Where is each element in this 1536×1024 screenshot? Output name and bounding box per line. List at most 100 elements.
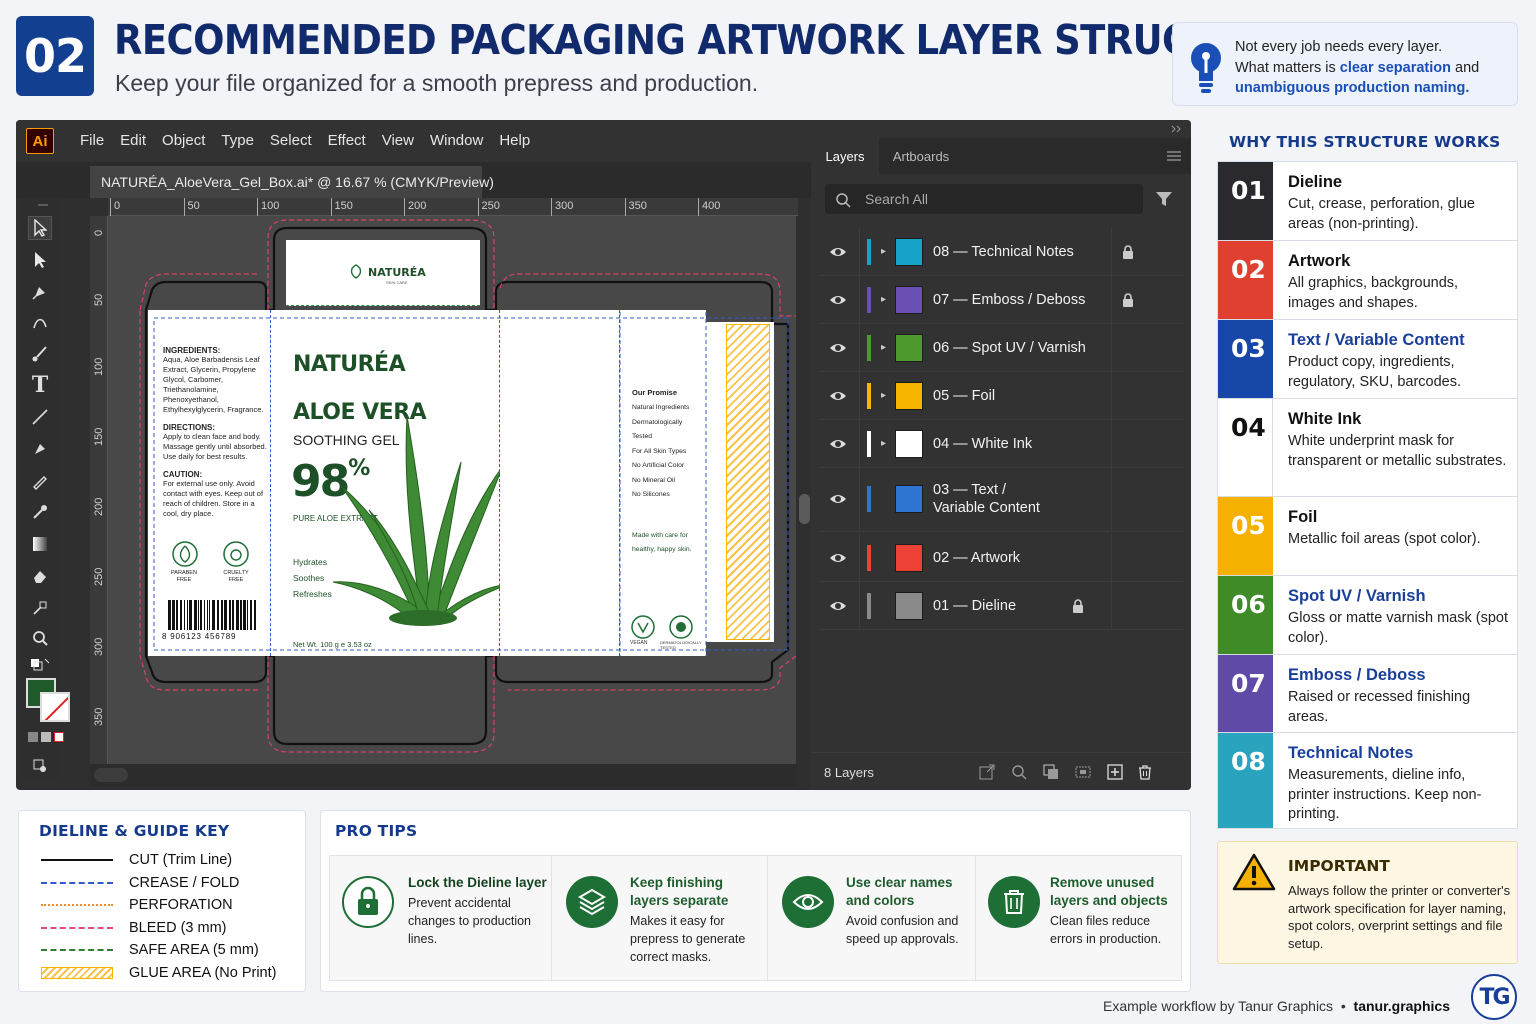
key-line-sample [41, 926, 113, 929]
filter-icon[interactable] [1155, 190, 1173, 208]
selection-tool-icon[interactable] [28, 216, 52, 240]
shape-builder-tool-icon[interactable] [28, 596, 52, 620]
menu-select[interactable]: Select [270, 132, 312, 149]
document-tab[interactable]: NATURÉA_AloeVera_Gel_Box.ai* @ 16.67 % (… [90, 166, 494, 198]
stroke-color-swatch[interactable] [40, 692, 70, 722]
app-logo: Ai [26, 128, 54, 154]
artboard-canvas[interactable]: INGREDIENTS: Aqua, Aloe Barbadensis Leaf… [108, 216, 796, 764]
new-sublayer-icon[interactable] [1075, 764, 1091, 780]
layer-thumbnail [895, 544, 923, 572]
ruler-label: 200 [93, 497, 105, 516]
canvas-horizontal-scrollbar[interactable] [90, 764, 798, 786]
direct-selection-tool-icon[interactable] [28, 248, 52, 272]
curvature-tool-icon[interactable] [28, 310, 52, 334]
pencil-tool-icon[interactable] [28, 469, 52, 493]
lock-icon[interactable] [1121, 244, 1135, 260]
layer-row[interactable]: ▸ 05 — Foil [819, 372, 1183, 420]
expand-triangle-icon[interactable]: ▸ [881, 342, 886, 353]
layer-name[interactable]: 06 — Spot UV / Varnish [933, 339, 1086, 357]
visibility-eye-icon[interactable] [829, 389, 847, 403]
menu-type[interactable]: Type [221, 132, 254, 149]
new-layer-icon[interactable] [1107, 764, 1123, 780]
layer-name[interactable]: 07 — Emboss / Deboss [933, 291, 1085, 309]
layers-panel: Layers Artboards Search All ▸ 08 — Techni… [811, 120, 1191, 790]
eyedropper-tool-icon[interactable] [28, 500, 52, 524]
key-title: DIELINE & GUIDE KEY [39, 822, 230, 840]
visibility-eye-icon[interactable] [829, 293, 847, 307]
layer-name[interactable]: 03 — Text / Variable Content [933, 481, 1040, 517]
tab-artboards[interactable]: Artboards [879, 138, 963, 174]
shaper-tool-icon[interactable] [28, 437, 52, 461]
delete-layer-icon[interactable] [1137, 764, 1153, 780]
visibility-eye-icon[interactable] [829, 341, 847, 355]
layer-row[interactable]: 01 — Dieline [819, 582, 1183, 630]
why-item: 06 Spot UV / Varnish Gloss or matte varnis… [1218, 576, 1517, 655]
color-mode-buttons[interactable] [28, 732, 64, 742]
layer-name[interactable]: 08 — Technical Notes [933, 243, 1074, 261]
ruler-label: 150 [334, 200, 353, 212]
clipping-mask-icon[interactable] [1043, 764, 1059, 780]
expand-triangle-icon[interactable]: ▸ [881, 390, 886, 401]
gradient-tool-icon[interactable] [28, 532, 52, 556]
credit-site[interactable]: tanur.graphics [1354, 998, 1450, 1014]
lock-icon[interactable] [1121, 292, 1135, 308]
why-number: 07 [1218, 655, 1273, 732]
expand-triangle-icon[interactable]: ▸ [881, 294, 886, 305]
canvas-vertical-scrollbar[interactable] [798, 198, 811, 770]
layer-name[interactable]: 01 — Dieline [933, 597, 1016, 615]
menu-object[interactable]: Object [162, 132, 205, 149]
layer-row[interactable]: 03 — Text / Variable Content [819, 466, 1183, 532]
export-icon[interactable] [979, 764, 995, 780]
panel-collapse-icon[interactable] [1171, 125, 1181, 133]
layer-color-bar [867, 545, 871, 571]
expand-triangle-icon[interactable]: ▸ [881, 246, 886, 257]
layer-row[interactable]: 02 — Artwork [819, 534, 1183, 582]
menu-effect[interactable]: Effect [328, 132, 366, 149]
credit: Example workflow by Tanur Graphics • tan… [1103, 998, 1450, 1014]
line-tool-icon[interactable] [28, 405, 52, 429]
layer-color-bar [867, 593, 871, 619]
visibility-eye-icon[interactable] [829, 551, 847, 565]
lock-icon[interactable] [1071, 598, 1085, 614]
layer-name[interactable]: 02 — Artwork [933, 549, 1020, 567]
layer-row[interactable]: ▸ 06 — Spot UV / Varnish [819, 324, 1183, 372]
menu-file[interactable]: File [80, 132, 104, 149]
layers-panel-footer: 8 Layers [811, 752, 1191, 790]
visibility-eye-icon[interactable] [829, 437, 847, 451]
why-number: 03 [1218, 320, 1273, 398]
toolbar-collapse-icon[interactable] [38, 202, 48, 208]
type-tool-icon[interactable]: T [28, 372, 52, 398]
visibility-eye-icon[interactable] [829, 599, 847, 613]
menu-help[interactable]: Help [499, 132, 530, 149]
menu-window[interactable]: Window [430, 132, 483, 149]
scrollbar-thumb[interactable] [799, 494, 810, 524]
eraser-tool-icon[interactable] [28, 564, 52, 588]
ruler-label: 350 [93, 707, 105, 726]
visibility-eye-icon[interactable] [829, 245, 847, 259]
layer-thumbnail [895, 286, 923, 314]
layer-name[interactable]: 04 — White Ink [933, 435, 1032, 453]
eye-icon [782, 876, 834, 928]
zoom-tool-icon[interactable] [28, 626, 52, 650]
expand-triangle-icon[interactable]: ▸ [881, 438, 886, 449]
pen-tool-icon[interactable] [28, 280, 52, 304]
draw-mode-icon[interactable] [28, 754, 52, 778]
tips-row: Lock the Dieline layer Prevent accidenta… [329, 855, 1182, 982]
menu-view[interactable]: View [382, 132, 414, 149]
default-colors-icon[interactable] [28, 654, 52, 678]
layer-row[interactable]: ▸ 08 — Technical Notes [819, 228, 1183, 276]
layer-name[interactable]: 05 — Foil [933, 387, 995, 405]
layer-row[interactable]: ▸ 04 — White Ink [819, 420, 1183, 468]
key-line-sample [41, 949, 113, 952]
visibility-eye-icon[interactable] [829, 492, 847, 506]
tab-layers[interactable]: Layers [811, 138, 879, 174]
pro-tips: PRO TIPS Lock the Dieline layer Prevent … [320, 810, 1191, 992]
layer-row[interactable]: ▸ 07 — Emboss / Deboss [819, 276, 1183, 324]
locate-object-icon[interactable] [1011, 764, 1027, 780]
panel-menu-icon[interactable] [1167, 151, 1181, 161]
tools-panel: T [20, 198, 70, 778]
menu-edit[interactable]: Edit [120, 132, 146, 149]
paintbrush-tool-icon[interactable] [28, 342, 52, 366]
key-row: SAFE AREA (5 mm) [41, 940, 259, 960]
layers-search-input[interactable]: Search All [825, 184, 1143, 214]
